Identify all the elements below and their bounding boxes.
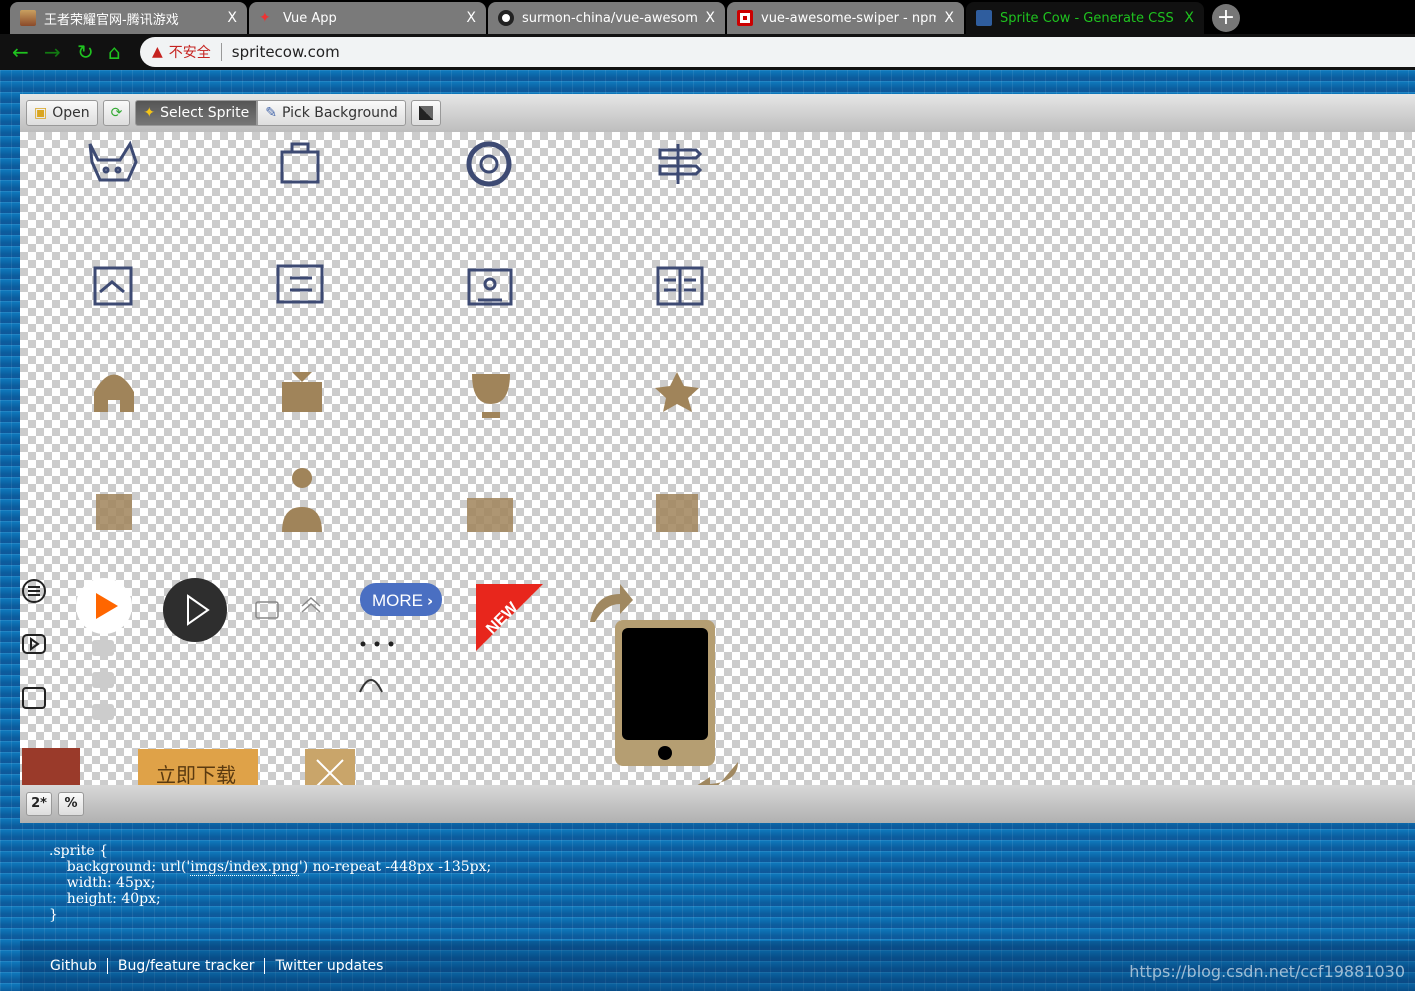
pick-background-button[interactable]: ✎ Pick Background	[257, 100, 406, 126]
navigation-bar: ← → ↻ ⌂ ▲ 不安全 spritecow.com	[0, 34, 1415, 70]
download-label: 立即下载	[156, 763, 236, 785]
sprite-cow-icon	[976, 10, 992, 26]
url-text[interactable]: spritecow.com	[232, 43, 340, 61]
warning-icon: ▲	[152, 44, 163, 60]
close-tab-icon[interactable]: X	[466, 10, 476, 26]
open-book-icon	[656, 266, 704, 306]
percent-toggle-button[interactable]: %	[58, 792, 84, 816]
user-group-icon	[282, 468, 322, 532]
sprite-canvas[interactable]: MORE › NEW 立即下载	[20, 132, 1415, 785]
new-tab-button[interactable]: +	[1212, 4, 1240, 32]
github-icon	[498, 10, 514, 26]
bug-tracker-link[interactable]: Bug/feature tracker	[118, 958, 255, 974]
news-doc-icon	[96, 494, 132, 530]
more-label: MORE	[372, 591, 423, 610]
curved-arrow-icon	[590, 584, 633, 622]
sprite-sheet: MORE › NEW 立即下载	[22, 140, 738, 785]
address-bar[interactable]: ▲ 不安全 spritecow.com	[140, 37, 1415, 67]
toggle-background-button[interactable]	[410, 100, 441, 126]
shopping-bag-icon	[280, 142, 320, 184]
menu-circle-icon	[22, 579, 46, 603]
github-link[interactable]: Github	[50, 958, 97, 974]
trophy-icon	[472, 374, 510, 418]
signpost-icon	[658, 144, 703, 184]
tab-vue-app[interactable]: ✦ Vue App X	[249, 2, 486, 34]
gift-icon	[282, 372, 322, 412]
play-dark-circle-icon	[163, 578, 227, 642]
tab-bar: 王者荣耀官网-腾讯游戏 X ✦ Vue App X surmon-china/vue-…	[0, 0, 1415, 34]
select-sprite-button[interactable]: ✦ Select Sprite	[135, 100, 258, 126]
photo-doc-icon	[93, 266, 133, 306]
game-logo-image	[22, 748, 80, 785]
chevron-right-icon: ›	[427, 592, 433, 610]
image-url-link[interactable]: imgs/index.png	[190, 859, 299, 876]
toolbar: ▣ Open ⟳ ✦ Select Sprite ✎ Pick Background	[20, 94, 1415, 132]
faded-icons	[92, 640, 114, 720]
open-button[interactable]: ▣ Open	[26, 100, 98, 126]
css-output[interactable]: .sprite { background: url('imgs/index.pn…	[49, 843, 491, 923]
back-arrow-icon[interactable]: ←	[12, 40, 29, 64]
tab-wangzhe[interactable]: 王者荣耀官网-腾讯游戏 X	[10, 2, 247, 34]
retina-toggle-button[interactable]: 2*	[26, 792, 52, 816]
calendar-person-icon	[467, 268, 513, 306]
close-tab-icon[interactable]: X	[944, 10, 954, 26]
helmet-icon	[94, 374, 134, 412]
reload-icon[interactable]: ↻	[77, 40, 94, 64]
ellipsis-icon	[360, 641, 394, 647]
game-avatar-icon	[20, 10, 36, 26]
scroll-icon	[276, 264, 324, 304]
close-tab-icon[interactable]: X	[1184, 10, 1194, 26]
tab-github[interactable]: surmon-china/vue-awesome-sX	[488, 2, 725, 34]
close-tab-icon[interactable]: X	[227, 10, 237, 26]
close-tab-icon[interactable]: X	[705, 10, 715, 26]
bottom-toolbar: 2* %	[20, 785, 1415, 823]
checker-icon	[418, 106, 433, 120]
twitter-link[interactable]: Twitter updates	[275, 958, 383, 974]
eyedropper-icon: ✎	[265, 105, 278, 121]
fox-face-icon	[88, 140, 138, 182]
refresh-icon: ⟳	[110, 105, 123, 121]
reload-image-button[interactable]: ⟳	[102, 100, 131, 126]
divider	[264, 958, 266, 974]
star-icon	[655, 372, 699, 412]
list-doc-icon	[22, 687, 46, 709]
divider	[106, 958, 108, 974]
vue-app-icon: ✦	[259, 10, 271, 26]
magic-wand-icon: ✦	[143, 105, 156, 121]
id-card-icon	[467, 498, 513, 532]
small-video-icon	[255, 601, 279, 619]
tab-npm[interactable]: vue-awesome-swiper - npm X	[727, 2, 964, 34]
forward-arrow-icon[interactable]: →	[44, 40, 61, 64]
npm-icon	[737, 10, 753, 26]
double-chevron-up-icon	[301, 596, 321, 613]
target-icon	[466, 141, 512, 187]
watermark: https://blog.csdn.net/ccf19881030	[1129, 962, 1405, 981]
tab-sprite-cow[interactable]: Sprite Cow - Generate CSS for X	[966, 2, 1204, 34]
home-icon[interactable]: ⌂	[108, 40, 121, 64]
security-status: 不安全	[168, 45, 211, 61]
folder-icon: ▣	[34, 105, 48, 121]
divider	[220, 43, 222, 61]
close-button-image	[305, 749, 355, 785]
helmet-outline-icon	[359, 679, 383, 693]
books-icon	[656, 494, 698, 532]
video-icon	[22, 634, 46, 654]
